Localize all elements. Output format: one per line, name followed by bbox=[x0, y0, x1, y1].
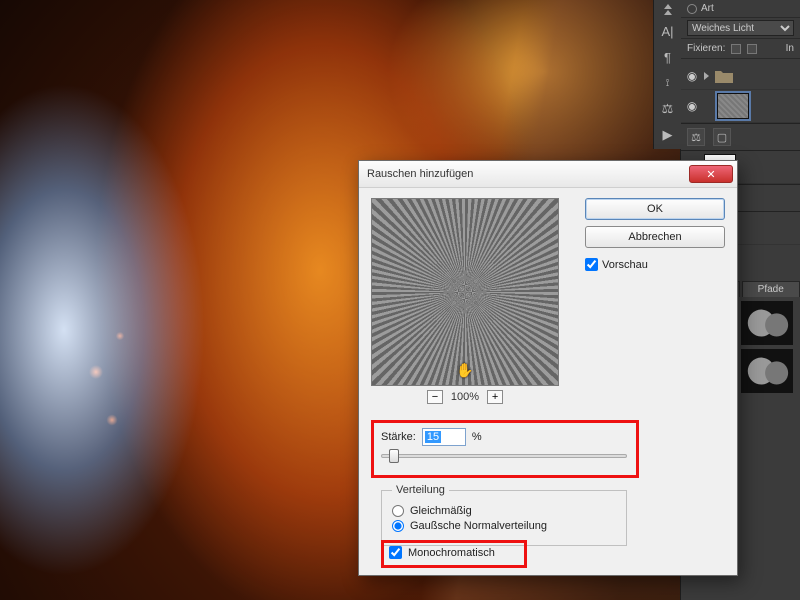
dialog-title: Rauschen hinzufügen bbox=[367, 168, 473, 180]
gaussian-radio[interactable] bbox=[392, 520, 404, 532]
preview-label: Vorschau bbox=[602, 259, 648, 271]
paragraph-icon[interactable]: ¶ bbox=[658, 47, 678, 67]
uniform-option[interactable]: Gleichmäßig bbox=[392, 505, 616, 517]
uniform-label: Gleichmäßig bbox=[410, 505, 472, 517]
panel-header: Art bbox=[681, 0, 800, 18]
distribution-group: Verteilung Gleichmäßig Gaußsche Normalve… bbox=[381, 484, 627, 546]
noise-layer-row[interactable]: ◉ bbox=[681, 90, 800, 123]
close-button[interactable]: ✕ bbox=[689, 165, 733, 183]
close-icon: ✕ bbox=[706, 168, 715, 181]
visibility-icon[interactable]: ◉ bbox=[685, 70, 699, 82]
zoom-in-button[interactable]: + bbox=[487, 390, 503, 404]
scale-icon[interactable]: ⚖ bbox=[658, 99, 678, 119]
panel-icon-strip: A| ¶ ⟟ ⚖ ▶ bbox=[653, 0, 681, 149]
ok-button[interactable]: OK bbox=[585, 198, 725, 220]
lock-trans-icon[interactable] bbox=[731, 44, 741, 54]
lock-pixels-icon[interactable] bbox=[747, 44, 757, 54]
blend-mode-row: Weiches Licht bbox=[681, 18, 800, 39]
noise-texture bbox=[371, 198, 559, 386]
layer-label-small: In bbox=[786, 43, 794, 54]
flyout-icon[interactable] bbox=[687, 4, 697, 14]
dialog-buttons: OK Abbrechen Vorschau bbox=[585, 198, 725, 271]
add-noise-dialog: Rauschen hinzufügen ✕ ✋ − 100% + OK Abbr… bbox=[358, 160, 738, 576]
distribution-legend: Verteilung bbox=[392, 484, 449, 496]
folder-icon bbox=[714, 66, 734, 86]
adjustment-icons: ⚖ ▢ bbox=[681, 123, 800, 151]
preview-checkbox[interactable] bbox=[585, 258, 598, 271]
slider-thumb[interactable] bbox=[389, 449, 399, 463]
monochromatic-label: Monochromatisch bbox=[408, 547, 495, 559]
art-label: Art bbox=[701, 3, 714, 14]
zoom-value: 100% bbox=[451, 391, 479, 403]
amount-unit: % bbox=[472, 431, 482, 443]
dialog-body: ✋ − 100% + OK Abbrechen Vorschau Stärke:… bbox=[359, 188, 737, 575]
monochromatic-option[interactable]: Monochromatisch bbox=[389, 546, 495, 559]
cancel-button[interactable]: Abbrechen bbox=[585, 226, 725, 248]
collapse-icon[interactable] bbox=[664, 4, 672, 9]
layer-thumb bbox=[717, 93, 749, 119]
play-icon[interactable]: ▶ bbox=[658, 125, 678, 145]
visibility-icon[interactable]: ◉ bbox=[685, 100, 699, 112]
amount-row: Stärke: 15 % bbox=[381, 428, 482, 446]
amount-slider[interactable] bbox=[381, 454, 627, 458]
channel-thumb[interactable] bbox=[741, 301, 793, 345]
dialog-titlebar[interactable]: Rauschen hinzufügen ✕ bbox=[359, 161, 737, 188]
gaussian-label: Gaußsche Normalverteilung bbox=[410, 520, 547, 532]
gaussian-option[interactable]: Gaußsche Normalverteilung bbox=[392, 520, 616, 532]
zoom-out-button[interactable]: − bbox=[427, 390, 443, 404]
lock-row: Fixieren: In bbox=[681, 39, 800, 59]
amount-input[interactable]: 15 bbox=[425, 431, 441, 443]
preview-toggle[interactable]: Vorschau bbox=[585, 258, 725, 271]
lock-label: Fixieren: bbox=[687, 43, 725, 54]
twirl-icon[interactable] bbox=[704, 72, 709, 80]
scale-adj-icon[interactable]: ⚖ bbox=[687, 128, 705, 146]
zoom-controls: − 100% + bbox=[371, 390, 559, 404]
noise-preview[interactable]: ✋ bbox=[371, 198, 559, 386]
uniform-radio[interactable] bbox=[392, 505, 404, 517]
character-icon[interactable]: A| bbox=[658, 21, 678, 41]
channel-thumb[interactable] bbox=[741, 349, 793, 393]
levels-adj-icon[interactable]: ▢ bbox=[713, 128, 731, 146]
blend-mode-select[interactable]: Weiches Licht bbox=[687, 20, 794, 36]
layer-group-row[interactable]: ◉ bbox=[681, 63, 800, 90]
amount-label: Stärke: bbox=[381, 431, 416, 443]
ruler-icon[interactable]: ⟟ bbox=[658, 73, 678, 93]
hand-cursor-icon: ✋ bbox=[456, 362, 473, 379]
monochromatic-checkbox[interactable] bbox=[389, 546, 402, 559]
tab-pfade[interactable]: Pfade bbox=[742, 281, 800, 297]
